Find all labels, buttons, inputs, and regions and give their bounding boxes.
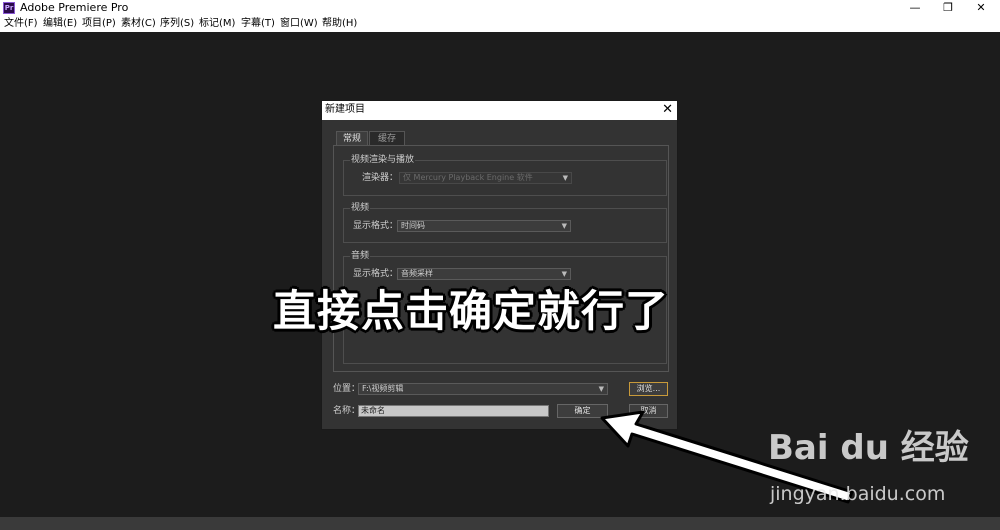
baidu-watermark-logo: Bai du 经验 xyxy=(768,428,969,468)
baidu-watermark-url: jingyan.baidu.com xyxy=(770,483,946,505)
overlay-caption: 直接点击确定就行了 xyxy=(273,287,669,337)
